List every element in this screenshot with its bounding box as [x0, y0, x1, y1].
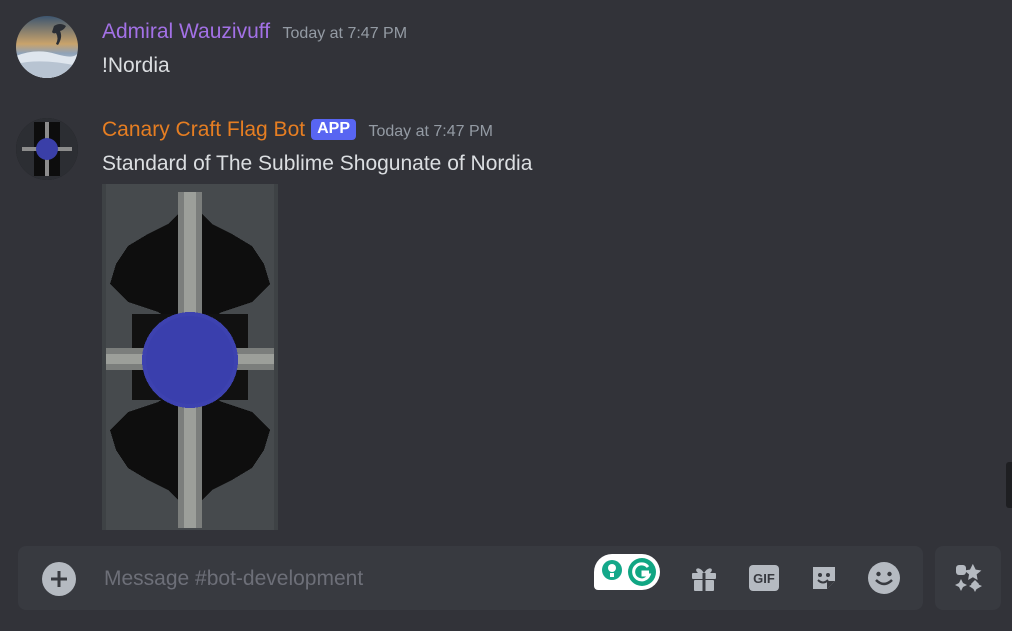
- app-badge: APP: [311, 119, 356, 140]
- add-icon: [51, 571, 67, 587]
- message-timestamp: Today at 7:47 PM: [282, 25, 408, 42]
- emoji-button[interactable]: [866, 560, 902, 596]
- sticker-icon: [813, 567, 835, 589]
- add-attachment-button[interactable]: [42, 562, 76, 596]
- apps-icon: [955, 563, 982, 592]
- message-content: Standard of The Sublime Shogunate of Nor…: [102, 152, 533, 175]
- sticker-button[interactable]: [806, 560, 842, 596]
- emoji-icon: [868, 562, 900, 594]
- polar-bear-avatar-image: [16, 16, 78, 78]
- grammarly-icon: [628, 558, 656, 586]
- message-author[interactable]: Canary Craft Flag Bot: [102, 118, 305, 141]
- bot-avatar[interactable]: [16, 118, 78, 180]
- gif-label: GIF: [753, 570, 775, 586]
- flag-bot-avatar-image: [16, 118, 78, 180]
- message-timestamp: Today at 7:47 PM: [368, 123, 493, 140]
- message-item[interactable]: Admiral Wauzivuff Today at 7:47 PM !Nord…: [0, 16, 990, 96]
- message-author[interactable]: Admiral Wauzivuff: [102, 20, 270, 43]
- user-avatar[interactable]: [16, 16, 78, 78]
- apps-button[interactable]: [935, 546, 1001, 610]
- message-input[interactable]: [102, 560, 586, 598]
- gif-icon: GIF: [749, 565, 779, 591]
- gif-button[interactable]: GIF: [746, 560, 782, 596]
- grammarly-widget[interactable]: [594, 554, 660, 590]
- message-content: !Nordia: [102, 54, 170, 77]
- message-composer: GIF: [18, 546, 923, 610]
- gift-icon: [692, 568, 716, 591]
- gift-button[interactable]: [686, 560, 722, 596]
- lightbulb-icon: [602, 560, 622, 580]
- nordia-banner-image[interactable]: [102, 184, 278, 530]
- scrollbar-thumb[interactable]: [1006, 462, 1012, 508]
- chat-view: Admiral Wauzivuff Today at 7:47 PM !Nord…: [0, 0, 1012, 631]
